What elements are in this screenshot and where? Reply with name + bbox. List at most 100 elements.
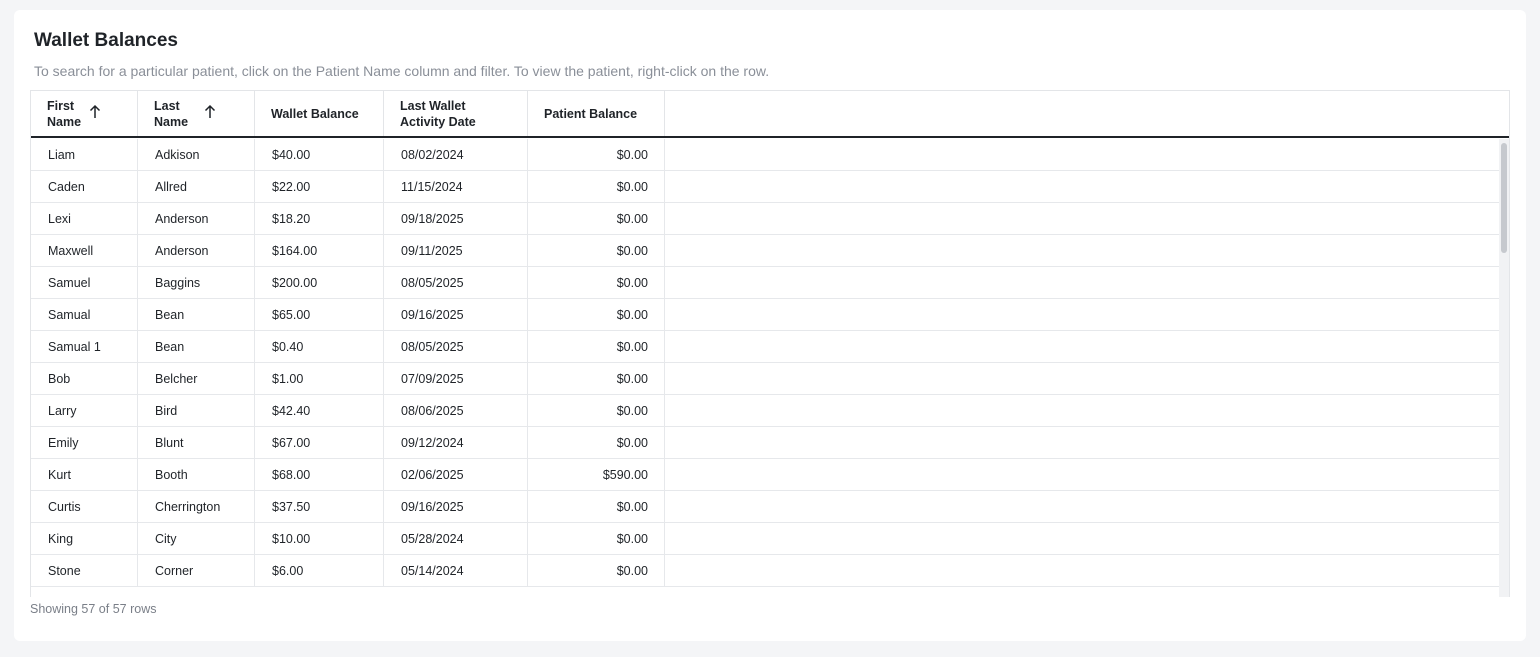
- column-header-first-name[interactable]: First Name: [31, 91, 138, 136]
- cell-wallet-balance: $42.40: [255, 395, 384, 426]
- cell-patient-balance: $0.00: [528, 523, 665, 554]
- column-header-label: Last Wallet Activity Date: [400, 98, 476, 129]
- table-row[interactable]: Samual Bean $65.00 09/16/2025 $0.00: [31, 299, 1499, 331]
- cell-filler: [665, 203, 1499, 234]
- cell-first-name: Liam: [31, 139, 138, 170]
- cell-last-name: Bird: [138, 395, 255, 426]
- cell-first-name: Stone: [31, 555, 138, 586]
- cell-last-name: Baggins: [138, 267, 255, 298]
- cell-first-name: King: [31, 523, 138, 554]
- cell-wallet-balance: $22.00: [255, 171, 384, 202]
- vertical-scrollbar[interactable]: [1499, 139, 1509, 597]
- row-count-label: Showing 57 of 57 rows: [30, 602, 157, 616]
- cell-last-activity-date: 09/18/2025: [384, 203, 528, 234]
- cell-last-activity-date: 08/05/2025: [384, 331, 528, 362]
- cell-filler: [665, 363, 1499, 394]
- column-header-label: Patient Balance: [544, 106, 638, 121]
- cell-wallet-balance: $68.00: [255, 459, 384, 490]
- cell-last-name: Corner: [138, 555, 255, 586]
- cell-wallet-balance: $10.00: [255, 523, 384, 554]
- cell-last-name: Blunt: [138, 427, 255, 458]
- table-row[interactable]: Liam Adkison $40.00 08/02/2024 $0.00: [31, 139, 1499, 171]
- cell-last-activity-date: 05/14/2024: [384, 555, 528, 586]
- cell-filler: [665, 139, 1499, 170]
- cell-first-name: Samuel: [31, 267, 138, 298]
- table-row[interactable]: Larry Bird $42.40 08/06/2025 $0.00: [31, 395, 1499, 427]
- panel-subtitle: To search for a particular patient, clic…: [34, 63, 770, 79]
- table-row[interactable]: Lexi Anderson $18.20 09/18/2025 $0.00: [31, 203, 1499, 235]
- cell-filler: [665, 299, 1499, 330]
- table-row[interactable]: Samual 1 Bean $0.40 08/05/2025 $0.00: [31, 331, 1499, 363]
- cell-first-name: Kurt: [31, 459, 138, 490]
- cell-wallet-balance: $164.00: [255, 235, 384, 266]
- cell-last-activity-date: 07/09/2025: [384, 363, 528, 394]
- cell-patient-balance: $0.00: [528, 139, 665, 170]
- cell-first-name: Bob: [31, 363, 138, 394]
- column-header-label: Wallet Balance: [271, 106, 359, 121]
- column-header-wallet-balance[interactable]: Wallet Balance: [255, 91, 384, 136]
- cell-first-name: Maxwell: [31, 235, 138, 266]
- cell-wallet-balance: $67.00: [255, 427, 384, 458]
- table-row[interactable]: Caden Allred $22.00 11/15/2024 $0.00: [31, 171, 1499, 203]
- cell-wallet-balance: $0.40: [255, 331, 384, 362]
- table-header: First Name Last Name Wallet Balance Last…: [31, 91, 1509, 138]
- cell-patient-balance: $0.00: [528, 171, 665, 202]
- cell-last-activity-date: 05/28/2024: [384, 523, 528, 554]
- cell-filler: [665, 267, 1499, 298]
- cell-last-name: Anderson: [138, 235, 255, 266]
- cell-last-name: Adkison: [138, 139, 255, 170]
- cell-last-name: Booth: [138, 459, 255, 490]
- cell-first-name: Curtis: [31, 491, 138, 522]
- cell-last-activity-date: 09/16/2025: [384, 299, 528, 330]
- cell-wallet-balance: $65.00: [255, 299, 384, 330]
- column-header-last-name[interactable]: Last Name: [138, 91, 255, 136]
- cell-last-name: Cherrington: [138, 491, 255, 522]
- cell-patient-balance: $0.00: [528, 491, 665, 522]
- table-row[interactable]: Stone Corner $6.00 05/14/2024 $0.00: [31, 555, 1499, 587]
- cell-first-name: Samual: [31, 299, 138, 330]
- cell-last-name: Bean: [138, 299, 255, 330]
- arrow-up-icon[interactable]: [89, 104, 101, 120]
- cell-last-name: Allred: [138, 171, 255, 202]
- table-row[interactable]: Samuel Baggins $200.00 08/05/2025 $0.00: [31, 267, 1499, 299]
- column-header-filler: [665, 91, 1509, 136]
- cell-first-name: Lexi: [31, 203, 138, 234]
- column-header-last-wallet-activity-date[interactable]: Last Wallet Activity Date: [384, 91, 528, 136]
- column-header-patient-balance[interactable]: Patient Balance: [528, 91, 665, 136]
- cell-first-name: Samual 1: [31, 331, 138, 362]
- cell-last-activity-date: 08/06/2025: [384, 395, 528, 426]
- cell-filler: [665, 331, 1499, 362]
- cell-filler: [665, 427, 1499, 458]
- table-row[interactable]: Kurt Booth $68.00 02/06/2025 $590.00: [31, 459, 1499, 491]
- cell-wallet-balance: $37.50: [255, 491, 384, 522]
- cell-filler: [665, 491, 1499, 522]
- cell-wallet-balance: $1.00: [255, 363, 384, 394]
- cell-last-activity-date: 09/16/2025: [384, 491, 528, 522]
- table-row[interactable]: King City $10.00 05/28/2024 $0.00: [31, 523, 1499, 555]
- cell-patient-balance: $0.00: [528, 555, 665, 586]
- table-row[interactable]: Maxwell Anderson $164.00 09/11/2025 $0.00: [31, 235, 1499, 267]
- cell-last-name: Belcher: [138, 363, 255, 394]
- scrollbar-thumb[interactable]: [1501, 143, 1507, 253]
- cell-wallet-balance: $200.00: [255, 267, 384, 298]
- cell-last-name: Bean: [138, 331, 255, 362]
- cell-last-activity-date: 11/15/2024: [384, 171, 528, 202]
- cell-filler: [665, 459, 1499, 490]
- table-row[interactable]: Bob Belcher $1.00 07/09/2025 $0.00: [31, 363, 1499, 395]
- cell-patient-balance: $0.00: [528, 427, 665, 458]
- cell-patient-balance: $0.00: [528, 299, 665, 330]
- cell-last-activity-date: 09/11/2025: [384, 235, 528, 266]
- cell-filler: [665, 171, 1499, 202]
- cell-last-name: Anderson: [138, 203, 255, 234]
- cell-last-activity-date: 09/12/2024: [384, 427, 528, 458]
- table-row[interactable]: Emily Blunt $67.00 09/12/2024 $0.00: [31, 427, 1499, 459]
- cell-filler: [665, 395, 1499, 426]
- cell-patient-balance: $0.00: [528, 395, 665, 426]
- arrow-up-icon[interactable]: [204, 104, 216, 120]
- table-row[interactable]: Curtis Cherrington $37.50 09/16/2025 $0.00: [31, 491, 1499, 523]
- table-body: Liam Adkison $40.00 08/02/2024 $0.00 Caden All…: [31, 139, 1499, 597]
- cell-filler: [665, 523, 1499, 554]
- cell-first-name: Emily: [31, 427, 138, 458]
- cell-patient-balance: $0.00: [528, 363, 665, 394]
- cell-filler: [665, 235, 1499, 266]
